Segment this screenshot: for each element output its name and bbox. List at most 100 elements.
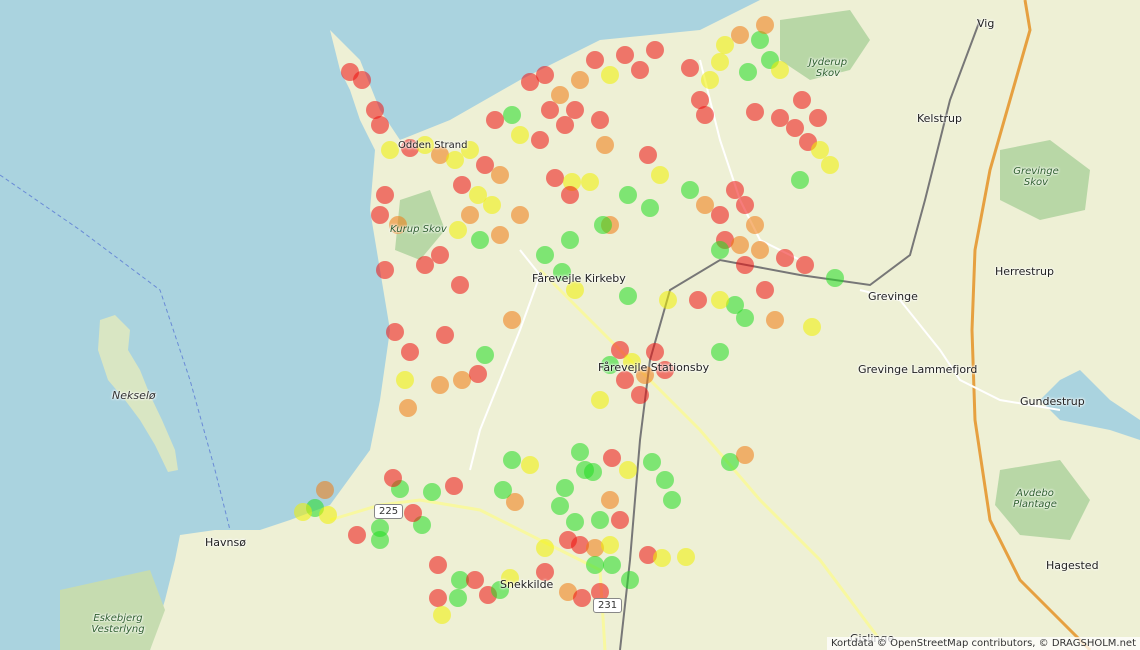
heat-marker-yellow[interactable] <box>294 503 312 521</box>
heat-marker-red[interactable] <box>616 46 634 64</box>
heat-marker-orange[interactable] <box>696 196 714 214</box>
heat-marker-green[interactable] <box>603 556 621 574</box>
heat-marker-red[interactable] <box>573 589 591 607</box>
heat-marker-red[interactable] <box>796 256 814 274</box>
heat-marker-yellow[interactable] <box>591 391 609 409</box>
heat-marker-red[interactable] <box>566 101 584 119</box>
heat-marker-red[interactable] <box>611 511 629 529</box>
heat-marker-green[interactable] <box>449 589 467 607</box>
heat-marker-red[interactable] <box>348 526 366 544</box>
heat-marker-green[interactable] <box>591 511 609 529</box>
heat-marker-orange[interactable] <box>731 236 749 254</box>
heat-marker-red[interactable] <box>486 111 504 129</box>
heat-marker-yellow[interactable] <box>701 71 719 89</box>
heat-marker-orange[interactable] <box>503 311 521 329</box>
heat-marker-green[interactable] <box>494 481 512 499</box>
heat-marker-yellow[interactable] <box>521 456 539 474</box>
heat-marker-red[interactable] <box>793 91 811 109</box>
heat-marker-red[interactable] <box>726 181 744 199</box>
heat-marker-red[interactable] <box>541 101 559 119</box>
heat-marker-red[interactable] <box>556 116 574 134</box>
heat-marker-green[interactable] <box>619 186 637 204</box>
heat-marker-red[interactable] <box>376 261 394 279</box>
heat-marker-orange[interactable] <box>316 481 334 499</box>
heat-marker-orange[interactable] <box>491 166 509 184</box>
heat-marker-orange[interactable] <box>731 26 749 44</box>
heat-marker-orange[interactable] <box>491 226 509 244</box>
heat-marker-red[interactable] <box>476 156 494 174</box>
heat-marker-green[interactable] <box>551 497 569 515</box>
heat-marker-green[interactable] <box>566 513 584 531</box>
heat-marker-red[interactable] <box>384 469 402 487</box>
heat-marker-red[interactable] <box>353 71 371 89</box>
heat-marker-red[interactable] <box>466 571 484 589</box>
heat-marker-green[interactable] <box>681 181 699 199</box>
heat-marker-red[interactable] <box>696 106 714 124</box>
heat-marker-yellow[interactable] <box>319 506 337 524</box>
heat-marker-green[interactable] <box>423 483 441 501</box>
heat-marker-orange[interactable] <box>571 71 589 89</box>
heat-marker-red[interactable] <box>429 556 447 574</box>
heat-marker-red[interactable] <box>376 186 394 204</box>
heat-marker-red[interactable] <box>445 477 463 495</box>
heat-marker-yellow[interactable] <box>446 151 464 169</box>
heat-marker-red[interactable] <box>531 131 549 149</box>
heat-marker-yellow[interactable] <box>483 196 501 214</box>
heat-marker-yellow[interactable] <box>711 291 729 309</box>
heat-marker-yellow[interactable] <box>601 536 619 554</box>
heat-marker-yellow[interactable] <box>433 606 451 624</box>
heat-marker-green[interactable] <box>503 106 521 124</box>
heat-marker-red[interactable] <box>469 365 487 383</box>
heat-marker-red[interactable] <box>646 41 664 59</box>
heat-marker-orange[interactable] <box>431 376 449 394</box>
heat-marker-yellow[interactable] <box>449 221 467 239</box>
heat-marker-yellow[interactable] <box>821 156 839 174</box>
heat-marker-red[interactable] <box>436 326 454 344</box>
heat-marker-orange[interactable] <box>399 399 417 417</box>
heat-marker-red[interactable] <box>371 116 389 134</box>
heat-marker-red[interactable] <box>639 146 657 164</box>
heat-marker-yellow[interactable] <box>803 318 821 336</box>
heat-marker-red[interactable] <box>631 386 649 404</box>
heat-marker-green[interactable] <box>643 453 661 471</box>
heat-marker-yellow[interactable] <box>651 166 669 184</box>
heat-marker-yellow[interactable] <box>619 461 637 479</box>
heat-marker-red[interactable] <box>404 504 422 522</box>
heat-marker-yellow[interactable] <box>396 371 414 389</box>
heat-marker-green[interactable] <box>621 571 639 589</box>
heat-marker-green[interactable] <box>739 63 757 81</box>
heat-marker-orange[interactable] <box>586 539 604 557</box>
heat-marker-red[interactable] <box>386 323 404 341</box>
heat-marker-green[interactable] <box>656 471 674 489</box>
heat-marker-yellow[interactable] <box>581 173 599 191</box>
heat-marker-red[interactable] <box>571 536 589 554</box>
heat-marker-red[interactable] <box>453 176 471 194</box>
heat-marker-red[interactable] <box>591 111 609 129</box>
heat-marker-green[interactable] <box>791 171 809 189</box>
heat-marker-red[interactable] <box>736 196 754 214</box>
heat-marker-green[interactable] <box>641 199 659 217</box>
heat-marker-yellow[interactable] <box>716 36 734 54</box>
heat-marker-green[interactable] <box>476 346 494 364</box>
heat-marker-green[interactable] <box>584 463 602 481</box>
heat-marker-green[interactable] <box>826 269 844 287</box>
heat-marker-orange[interactable] <box>751 241 769 259</box>
heat-marker-yellow[interactable] <box>601 66 619 84</box>
heat-marker-red[interactable] <box>756 281 774 299</box>
heat-marker-red[interactable] <box>776 249 794 267</box>
heat-marker-red[interactable] <box>451 276 469 294</box>
heat-marker-yellow[interactable] <box>811 141 829 159</box>
heat-marker-orange[interactable] <box>551 86 569 104</box>
heat-marker-green[interactable] <box>663 491 681 509</box>
heat-marker-yellow[interactable] <box>659 291 677 309</box>
heat-marker-green[interactable] <box>371 531 389 549</box>
heat-marker-red[interactable] <box>371 206 389 224</box>
heat-marker-red[interactable] <box>786 119 804 137</box>
heat-marker-red[interactable] <box>646 343 664 361</box>
heat-marker-orange[interactable] <box>756 16 774 34</box>
heat-marker-red[interactable] <box>429 589 447 607</box>
heat-marker-orange[interactable] <box>511 206 529 224</box>
heat-marker-red[interactable] <box>401 343 419 361</box>
heat-marker-green[interactable] <box>736 309 754 327</box>
heat-marker-orange[interactable] <box>746 216 764 234</box>
